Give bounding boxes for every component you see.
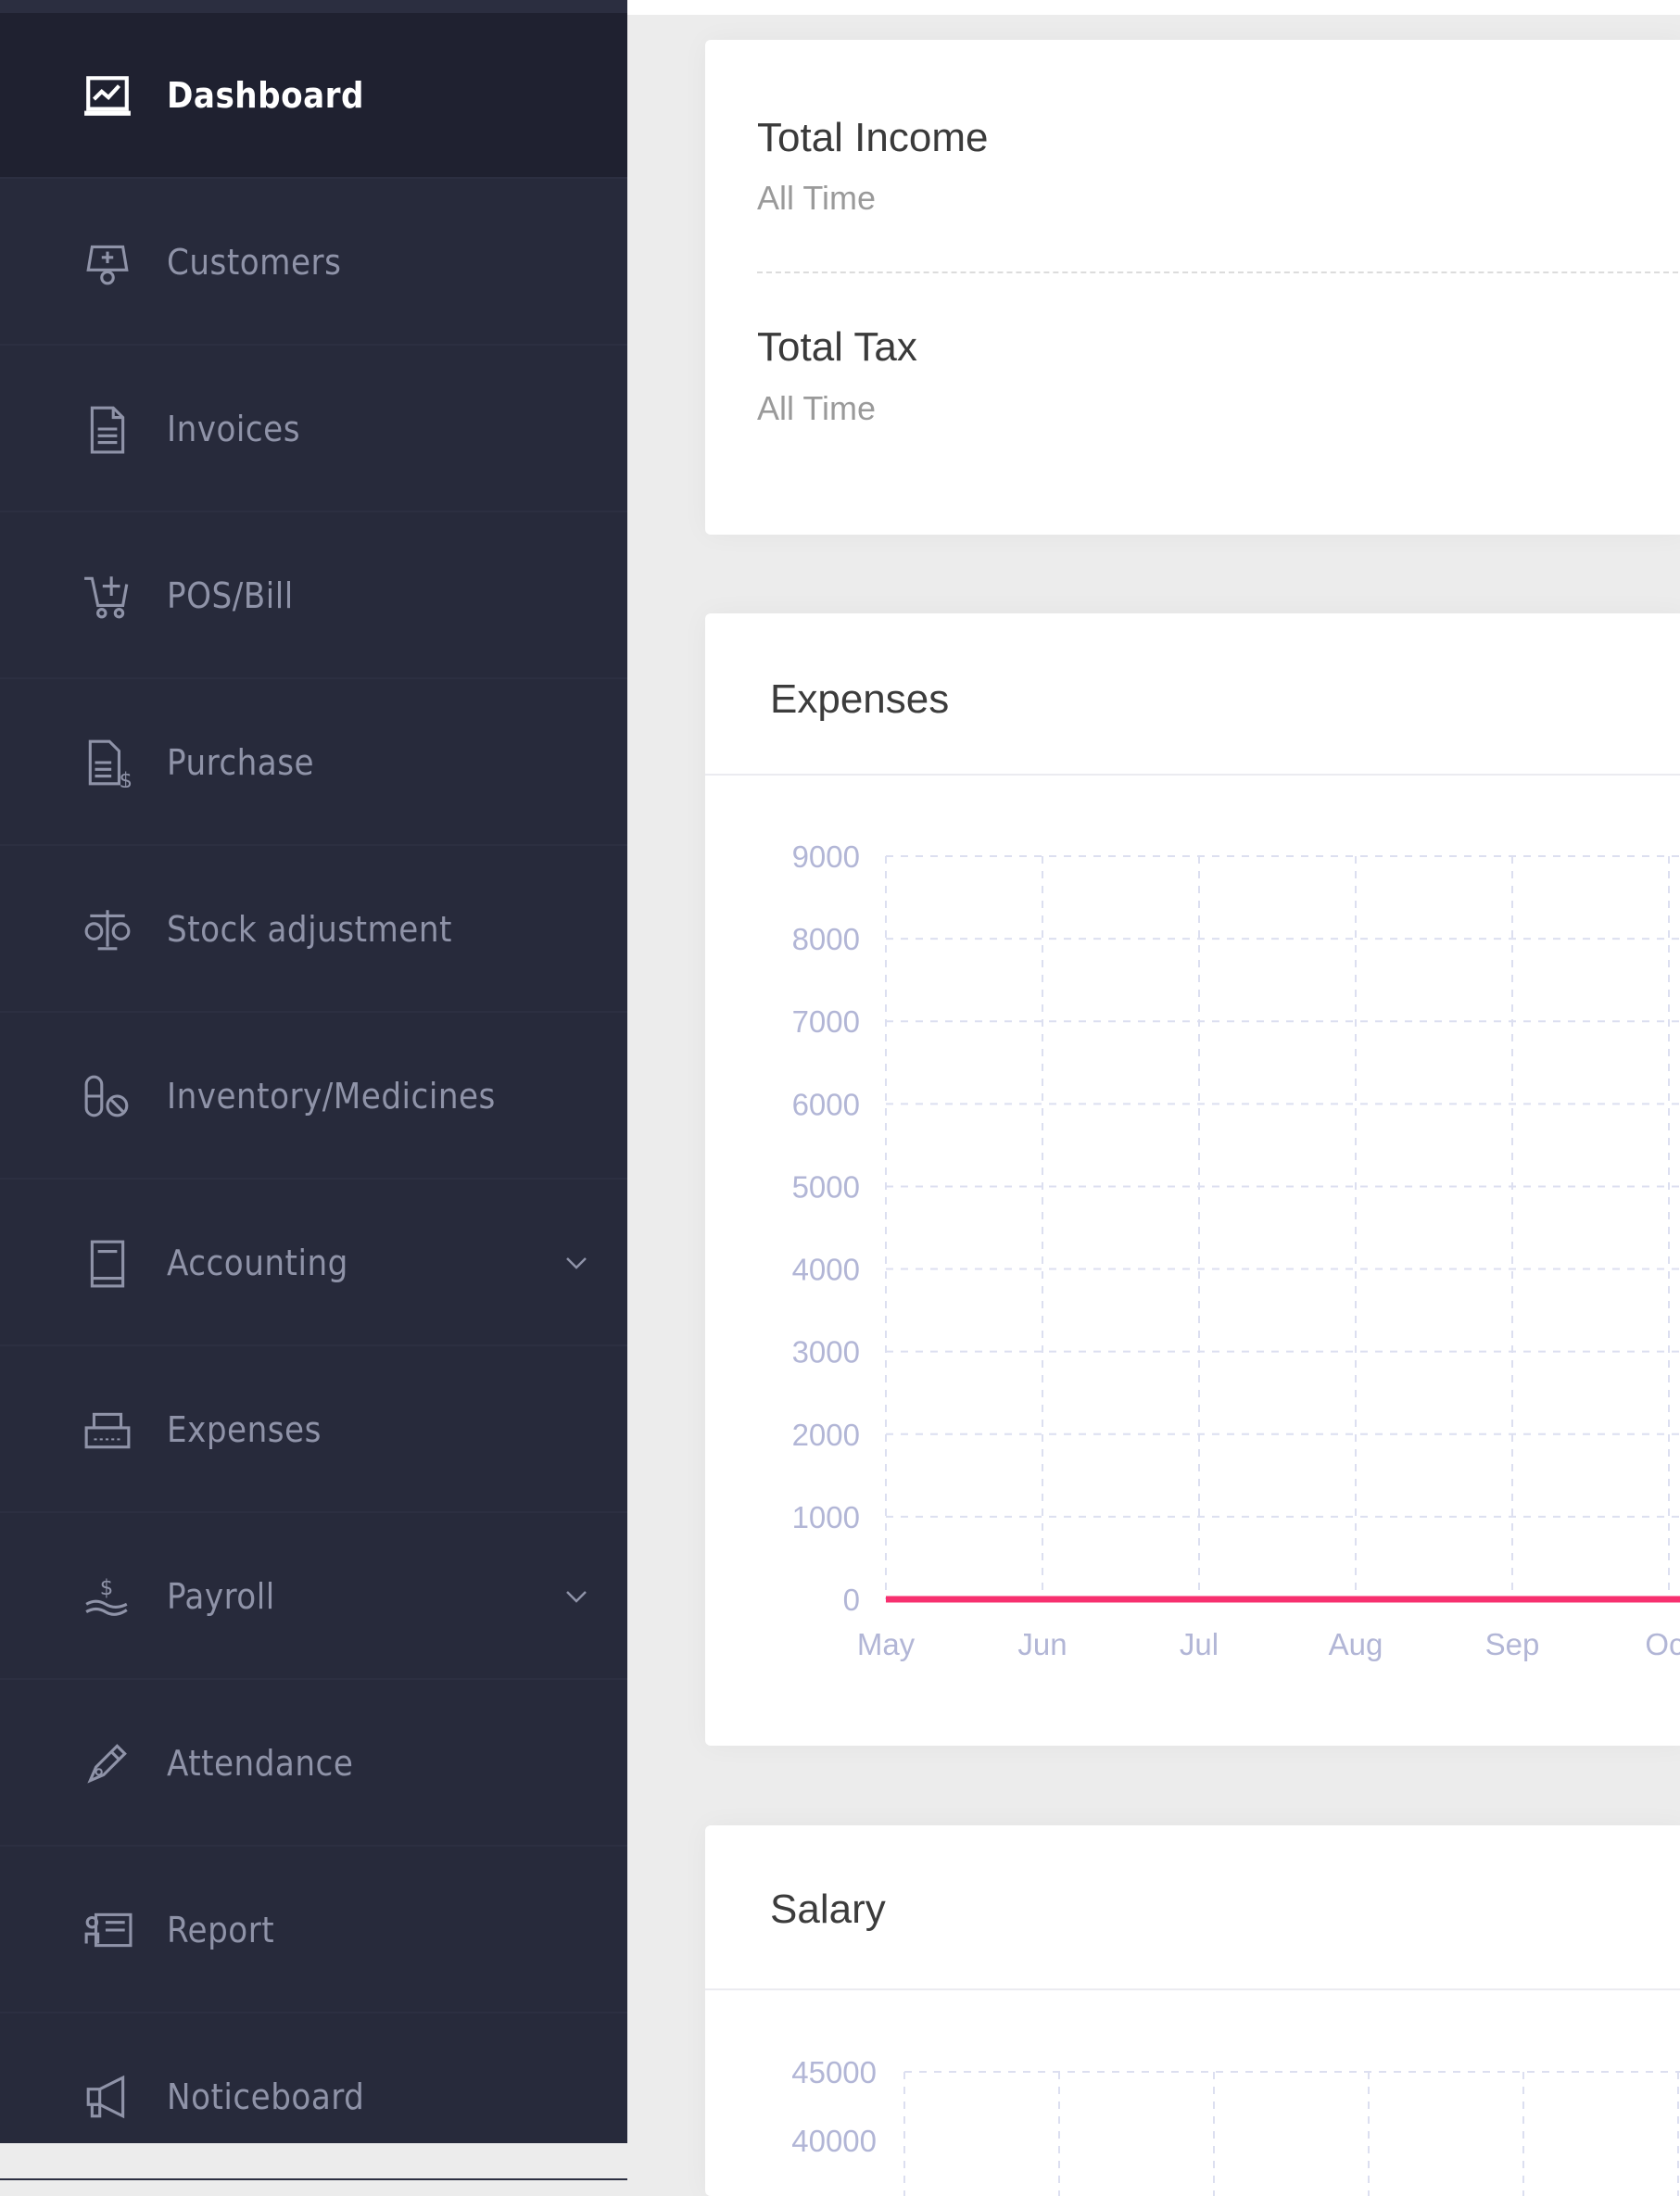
y-tick-label: 3000 [792, 1335, 860, 1369]
total-income-title: Total Income [757, 115, 989, 160]
summary-card: Total Income All Time Total Tax All Time [705, 40, 1680, 535]
sidebar: Dashboard Customers Invoices POS/Bill $ Purch… [0, 0, 627, 2180]
sidebar-top-edge [0, 0, 627, 13]
y-tick-label: 45000 [791, 2055, 877, 2089]
expenses-chart: 0 1000 2000 3000 4000 5000 6000 7000 8000 9000 May… [792, 839, 1680, 1661]
total-income-period: All Time [757, 179, 877, 217]
sidebar-item-label: Inventory/Medicines [167, 1075, 496, 1117]
sidebar-item-customers[interactable]: Customers [0, 180, 627, 346]
book-icon [82, 1237, 133, 1289]
medical-user-icon [82, 236, 133, 288]
sidebar-item-label: Expenses [167, 1408, 322, 1450]
sidebar-item-label: Dashboard [167, 74, 365, 116]
y-tick-label: 5000 [792, 1169, 860, 1204]
x-tick-label: Jul [1180, 1627, 1219, 1661]
sidebar-item-purchase[interactable]: $ Purchase [0, 680, 627, 846]
chevron-down-icon[interactable] [560, 1580, 593, 1613]
sidebar-item-label: Customers [167, 241, 342, 283]
salary-chart: 45000 40000 [791, 2055, 1680, 2196]
summary-divider [757, 271, 1680, 273]
sidebar-item-label: Noticeboard [167, 2076, 365, 2117]
sidebar-item-accounting[interactable]: Accounting [0, 1180, 627, 1346]
document-dollar-icon: $ [82, 737, 133, 789]
hand-dollar-icon: $ [82, 1571, 133, 1622]
sidebar-item-report[interactable]: Report [0, 1848, 627, 2013]
x-tick-label: Oct [1645, 1627, 1680, 1661]
cash-register-icon [82, 1404, 133, 1456]
report-card-icon [82, 1904, 133, 1956]
y-tick-label: 2000 [792, 1418, 860, 1452]
sidebar-item-stock-adjustment[interactable]: Stock adjustment [0, 847, 627, 1013]
sidebar-item-label: Report [167, 1909, 275, 1950]
sidebar-item-label: Payroll [167, 1575, 275, 1617]
sidebar-item-label: Purchase [167, 741, 315, 783]
x-tick-label: Sep [1485, 1627, 1540, 1661]
sidebar-item-inventory-medicines[interactable]: Inventory/Medicines [0, 1014, 627, 1180]
svg-text:$: $ [119, 769, 133, 788]
pen-icon [82, 1737, 133, 1789]
document-icon [82, 403, 133, 455]
y-tick-label: 4000 [792, 1253, 860, 1287]
svg-text:$: $ [100, 1575, 114, 1599]
x-tick-label: Aug [1329, 1627, 1383, 1661]
balance-scale-icon [82, 903, 133, 955]
sidebar-item-label: Accounting [167, 1242, 348, 1283]
y-tick-label: 8000 [792, 922, 860, 956]
sidebar-item-pos-bill[interactable]: POS/Bill [0, 513, 627, 679]
y-tick-label: 0 [843, 1583, 860, 1617]
sidebar-item-dashboard[interactable]: Dashboard [0, 13, 627, 179]
salary-card: Salary 45000 40000 [705, 1825, 1680, 2196]
chart-monitor-icon [82, 69, 133, 121]
sidebar-item-noticeboard[interactable]: Noticeboard [0, 2014, 627, 2180]
y-tick-label: 1000 [792, 1500, 860, 1534]
y-tick-label: 40000 [791, 2124, 877, 2158]
sidebar-item-payroll[interactable]: $ Payroll [0, 1514, 627, 1680]
sidebar-item-label: Attendance [167, 1742, 354, 1784]
cart-plus-icon [82, 570, 133, 622]
y-tick-label: 6000 [792, 1087, 860, 1121]
x-tick-label: May [857, 1627, 916, 1661]
total-tax-period: All Time [757, 389, 877, 427]
sidebar-item-expenses[interactable]: Expenses [0, 1347, 627, 1513]
sidebar-item-label: POS/Bill [167, 574, 294, 616]
pills-icon [82, 1070, 133, 1122]
expenses-card: Expenses 0 1000 2000 3000 4000 5000 6000 7000 80… [705, 613, 1680, 1746]
sidebar-item-attendance[interactable]: Attendance [0, 1681, 627, 1847]
top-bar [627, 0, 1680, 15]
x-tick-label: Jun [1017, 1627, 1067, 1661]
sidebar-item-invoices[interactable]: Invoices [0, 347, 627, 512]
sidebar-item-label: Stock adjustment [167, 908, 452, 950]
total-tax-title: Total Tax [757, 324, 917, 370]
sidebar-item-label: Invoices [167, 408, 301, 449]
chevron-down-icon[interactable] [560, 1246, 593, 1280]
y-tick-label: 7000 [792, 1004, 860, 1039]
y-tick-label: 9000 [792, 839, 860, 874]
megaphone-icon [82, 2071, 133, 2123]
